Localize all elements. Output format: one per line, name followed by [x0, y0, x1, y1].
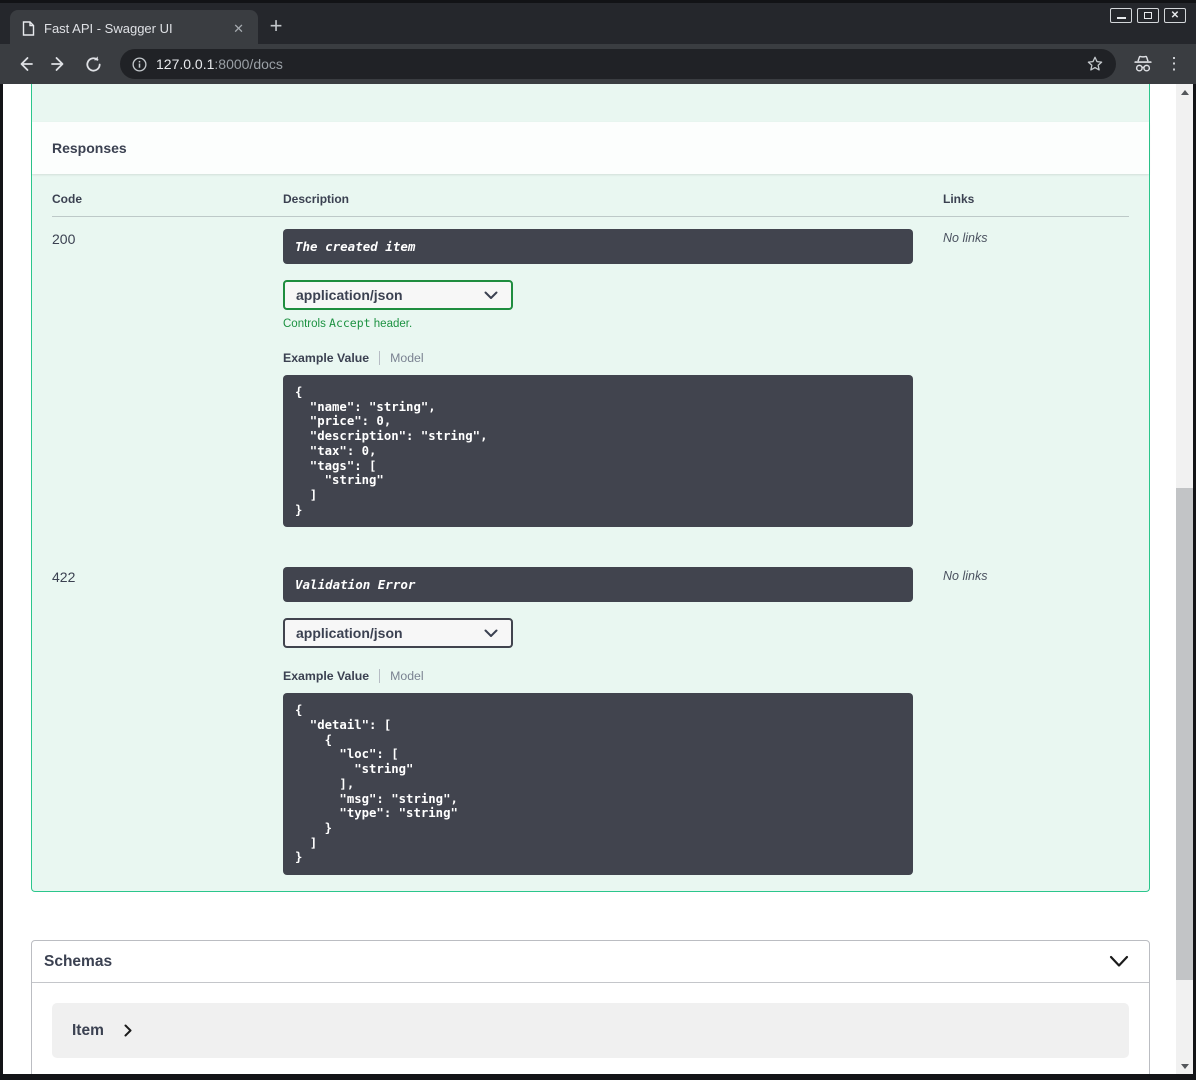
response-row-200: 200 The created item application/json Co… [52, 217, 1129, 555]
example-model-tabs: Example Value Model [283, 351, 913, 365]
chevron-down-icon [484, 629, 498, 637]
response-row-422: 422 Validation Error application/json Ex… [52, 555, 1129, 876]
scroll-down-button[interactable] [1176, 1058, 1193, 1074]
info-icon[interactable] [132, 56, 147, 72]
scroll-up-icon [1180, 89, 1189, 95]
close-button[interactable]: ✕ [1164, 8, 1186, 23]
tab-separator [379, 669, 381, 684]
response-description-cell: The created item application/json Contro… [283, 229, 943, 528]
responses-section-header: Responses [32, 122, 1149, 174]
minimize-icon [1116, 17, 1126, 19]
chevron-down-icon[interactable] [1109, 955, 1129, 968]
tab-model[interactable]: Model [390, 669, 424, 683]
schemas-section: Schemas Item ValidationError [31, 940, 1150, 1074]
new-tab-button[interactable]: + [262, 12, 290, 40]
chevron-right-icon [124, 1024, 132, 1037]
page-content: Responses Code Description Links 200 The… [0, 84, 1196, 1080]
col-header-description: Description [283, 192, 350, 206]
scroll-up-button[interactable] [1176, 84, 1193, 100]
scrollbar-thumb[interactable] [1176, 488, 1193, 980]
responses-table-header: Code Description Links [52, 192, 1129, 217]
back-button[interactable] [10, 49, 40, 79]
incognito-button[interactable] [1128, 49, 1158, 79]
url-path: :8000/docs [214, 56, 283, 72]
tab-separator [379, 351, 381, 365]
reload-icon [85, 55, 101, 72]
url-host: 127.0.0.1 [156, 56, 215, 72]
forward-icon [51, 57, 64, 71]
chevron-down-icon [484, 291, 498, 299]
document-icon [22, 21, 35, 36]
col-header-links: Links [943, 192, 975, 206]
window-controls: ✕ [1110, 8, 1186, 23]
menu-icon[interactable]: ⋮ [1162, 54, 1186, 74]
reload-button[interactable] [78, 49, 108, 79]
browser-tab[interactable]: Fast API - Swagger UI ✕ [10, 10, 258, 47]
response-links: No links [943, 569, 988, 584]
model-item[interactable]: Item [52, 1003, 1129, 1059]
navigation-toolbar: 127.0.0.1:8000/docs ⋮ [0, 44, 1196, 84]
response-code: 200 [52, 231, 76, 247]
incognito-icon [1134, 55, 1152, 72]
example-model-tabs: Example Value Model [283, 669, 913, 684]
media-type-select[interactable]: application/json [283, 618, 513, 649]
col-header-code: Code [52, 192, 82, 206]
model-name: Item [72, 1021, 104, 1039]
star-icon[interactable] [1086, 55, 1104, 73]
responses-title: Responses [52, 140, 127, 156]
url-text: 127.0.0.1:8000/docs [156, 56, 1077, 72]
address-bar[interactable]: 127.0.0.1:8000/docs [120, 49, 1116, 79]
forward-button[interactable] [44, 49, 74, 79]
example-json-200: { "name": "string", "price": 0, "descrip… [283, 375, 913, 528]
tab-example-value[interactable]: Example Value [283, 669, 369, 683]
minimize-button[interactable] [1110, 8, 1132, 23]
opblock-post: Responses Code Description Links 200 The… [31, 84, 1150, 893]
response-code: 422 [52, 569, 76, 586]
response-description-cell: Validation Error application/json Exampl… [283, 567, 943, 876]
response-description: Validation Error [283, 567, 913, 603]
opblock-spacer [32, 84, 1149, 122]
maximize-button[interactable] [1137, 8, 1159, 23]
accept-header-note: Controls Accept header. [283, 316, 413, 330]
schemas-body: Item ValidationError [32, 983, 1149, 1074]
swagger-page: Responses Code Description Links 200 The… [3, 84, 1176, 1074]
browser-window: Fast API - Swagger UI ✕ + ✕ 127.0.0.1:80… [0, 0, 1196, 1080]
response-links: No links [943, 231, 988, 245]
tab-model[interactable]: Model [390, 351, 424, 365]
tab-close-icon[interactable]: ✕ [231, 21, 246, 37]
vertical-scrollbar[interactable] [1176, 84, 1193, 1074]
example-json-422: { "detail": [ { "loc": [ "string" ], "ms… [283, 693, 913, 876]
tab-example-value[interactable]: Example Value [283, 351, 369, 365]
response-description: The created item [283, 229, 913, 264]
schemas-header[interactable]: Schemas [32, 941, 1149, 984]
back-icon [20, 57, 33, 71]
maximize-icon [1144, 12, 1152, 19]
media-type-select[interactable]: application/json [283, 280, 513, 310]
scroll-down-icon [1180, 1063, 1189, 1069]
tab-title: Fast API - Swagger UI [44, 21, 173, 36]
responses-table: Code Description Links 200 The created i… [32, 174, 1149, 891]
schemas-title: Schemas [44, 952, 113, 970]
titlebar: Fast API - Swagger UI ✕ + ✕ [0, 0, 1196, 47]
